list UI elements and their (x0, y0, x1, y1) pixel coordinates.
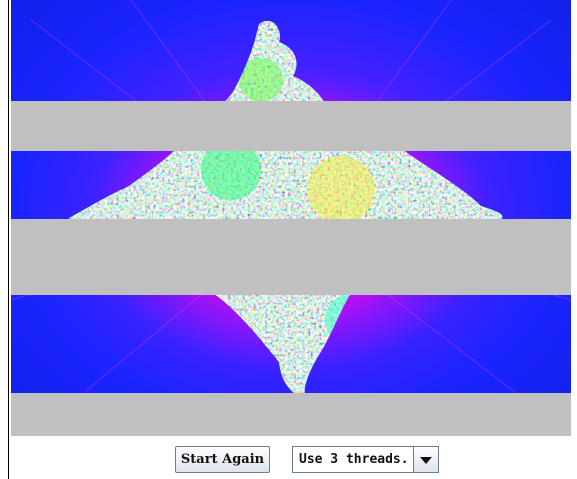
chevron-down-icon[interactable] (413, 447, 438, 472)
mandelbrot-window: Start Again Use 3 threads. (0, 0, 577, 479)
fractal-canvas[interactable] (11, 0, 571, 436)
window-left-border (8, 0, 9, 479)
thread-count-selected-value: Use 3 threads. (299, 452, 409, 467)
mandelbrot-fractal-image (11, 0, 571, 436)
unrendered-band-2 (11, 219, 571, 295)
control-bar: Start Again Use 3 threads. (0, 442, 577, 473)
start-again-button[interactable]: Start Again (175, 446, 270, 473)
thread-count-select[interactable]: Use 3 threads. (292, 446, 439, 473)
unrendered-band-1 (11, 101, 571, 151)
unrendered-band-3 (11, 393, 571, 436)
